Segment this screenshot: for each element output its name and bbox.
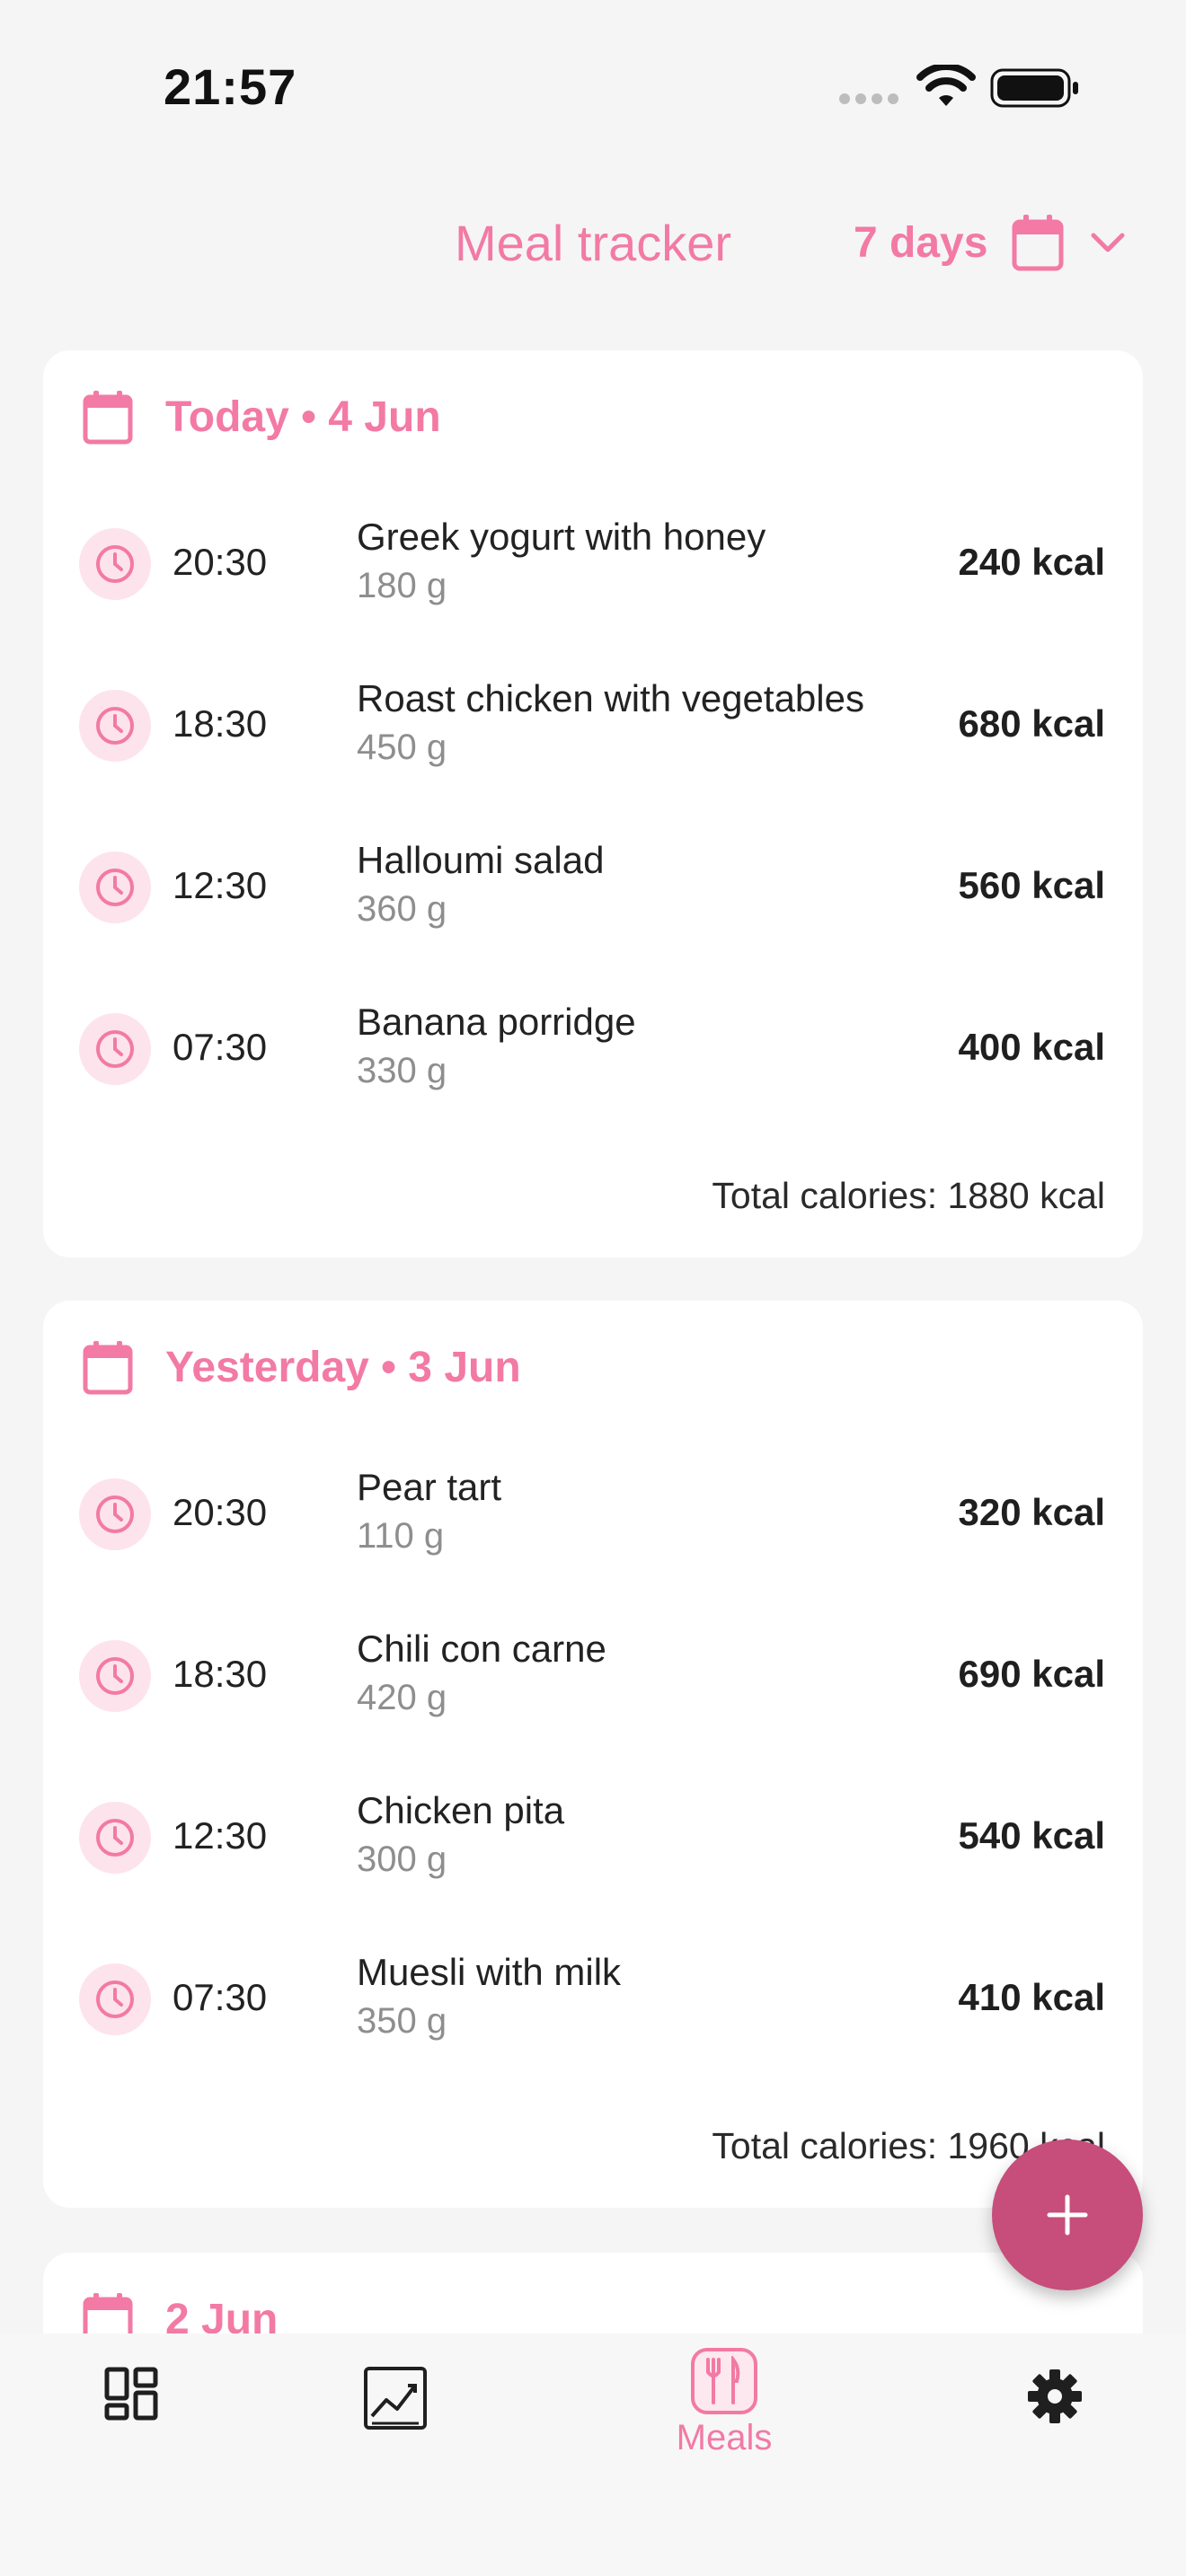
page-title: Meal tracker — [454, 215, 732, 271]
meal-row[interactable]: 12:30 Chicken pita 300 g 540 kcal — [43, 1784, 1143, 1892]
clock-icon — [79, 690, 151, 762]
day-title: Yesterday • 3 Jun — [165, 1343, 521, 1391]
meal-calories: 690 kcal — [958, 1653, 1106, 1695]
meal-calories: 400 kcal — [958, 1026, 1106, 1068]
meal-weight: 330 g — [357, 1051, 447, 1090]
plus-icon — [1047, 2194, 1088, 2236]
clock-icon — [79, 1013, 151, 1085]
app-screen: 21:57 Meal tracker 7 days Today • 4 Jun … — [0, 0, 1186, 2576]
meal-row[interactable]: 20:30 Greek yogurt with honey 180 g 240 … — [43, 510, 1143, 618]
meal-name: Chili con carne — [357, 1628, 606, 1670]
meal-row[interactable]: 07:30 Banana porridge 330 g 400 kcal — [43, 995, 1143, 1103]
meal-weight: 360 g — [357, 889, 447, 929]
clock-icon — [79, 851, 151, 923]
meal-time: 20:30 — [173, 541, 268, 583]
meal-row[interactable]: 18:30 Roast chicken with vegetables 450 … — [43, 672, 1143, 780]
meal-weight: 110 g — [357, 1516, 445, 1556]
bottom-navigation: Meals — [0, 2333, 1186, 2576]
meal-weight: 350 g — [357, 2001, 447, 2041]
nav-settings[interactable] — [947, 2368, 1163, 2547]
meal-calories: 410 kcal — [958, 1976, 1106, 2018]
day-card: Yesterday • 3 Jun 20:30 Pear tart 110 g … — [43, 1301, 1143, 2208]
chart-icon — [364, 2367, 427, 2430]
meal-row[interactable]: 18:30 Chili con carne 420 g 690 kcal — [43, 1622, 1143, 1730]
meal-row[interactable]: 20:30 Pear tart 110 g 320 kcal — [43, 1460, 1143, 1568]
meal-time: 07:30 — [173, 1976, 268, 2018]
calendar-icon — [1012, 215, 1064, 271]
meal-time: 12:30 — [173, 1814, 268, 1857]
meal-calories: 680 kcal — [958, 702, 1106, 745]
meal-time: 18:30 — [173, 1653, 268, 1695]
meal-row[interactable]: 12:30 Halloumi salad 360 g 560 kcal — [43, 834, 1143, 941]
clock-icon — [79, 1640, 151, 1712]
meal-time: 07:30 — [173, 1026, 268, 1068]
dashboard-icon — [104, 2367, 158, 2421]
nav-label: Meals — [676, 2418, 773, 2457]
meal-calories: 540 kcal — [958, 1814, 1106, 1857]
clock-icon — [79, 528, 151, 600]
nav-dashboard[interactable] — [23, 2366, 239, 2545]
status-bar: 21:57 — [0, 0, 1186, 153]
nav-meals[interactable]: Meals — [616, 2348, 832, 2527]
meal-calories: 560 kcal — [958, 864, 1106, 906]
day-header: Yesterday • 3 Jun — [83, 1340, 521, 1395]
meal-name: Pear tart — [357, 1466, 502, 1508]
meal-name: Muesli with milk — [357, 1951, 622, 1993]
clock-icon — [79, 1802, 151, 1874]
gear-icon — [1028, 2369, 1082, 2423]
battery-icon — [990, 68, 1078, 108]
status-time: 21:57 — [164, 58, 297, 115]
meal-weight: 180 g — [357, 566, 447, 605]
meal-weight: 450 g — [357, 728, 447, 767]
total-calories: Total calories: 1880 kcal — [712, 1175, 1105, 1216]
meal-name: Roast chicken with vegetables — [357, 677, 864, 719]
meal-name: Halloumi salad — [357, 839, 605, 881]
meal-time: 18:30 — [173, 702, 268, 745]
wifi-icon — [916, 65, 976, 106]
day-card: Today • 4 Jun 20:30 Greek yogurt with ho… — [43, 350, 1143, 1257]
chevron-down-icon — [1091, 233, 1125, 252]
date-range-label: 7 days — [854, 218, 988, 267]
meal-row[interactable]: 07:30 Muesli with milk 350 g 410 kcal — [43, 1945, 1143, 2053]
meal-calories: 240 kcal — [958, 541, 1106, 583]
calendar-icon — [83, 391, 133, 445]
signal-icon — [839, 93, 900, 104]
meal-name: Banana porridge — [357, 1001, 636, 1043]
meal-name: Chicken pita — [357, 1789, 565, 1831]
meal-weight: 420 g — [357, 1678, 447, 1717]
app-header: Meal tracker 7 days — [0, 198, 1186, 287]
meal-time: 12:30 — [173, 864, 268, 906]
meal-weight: 300 g — [357, 1839, 447, 1879]
meal-time: 20:30 — [173, 1491, 268, 1533]
meal-name: Greek yogurt with honey — [357, 516, 766, 558]
meals-icon — [691, 2348, 757, 2414]
meal-calories: 320 kcal — [958, 1491, 1106, 1533]
day-title: Today • 4 Jun — [165, 393, 441, 441]
calendar-icon — [83, 1341, 133, 1395]
day-header: Today • 4 Jun — [83, 390, 441, 445]
clock-icon — [79, 1963, 151, 2035]
date-range-selector[interactable]: 7 days — [854, 207, 1128, 278]
nav-statistics[interactable] — [288, 2366, 503, 2545]
add-meal-button[interactable] — [992, 2139, 1143, 2290]
clock-icon — [79, 1478, 151, 1550]
